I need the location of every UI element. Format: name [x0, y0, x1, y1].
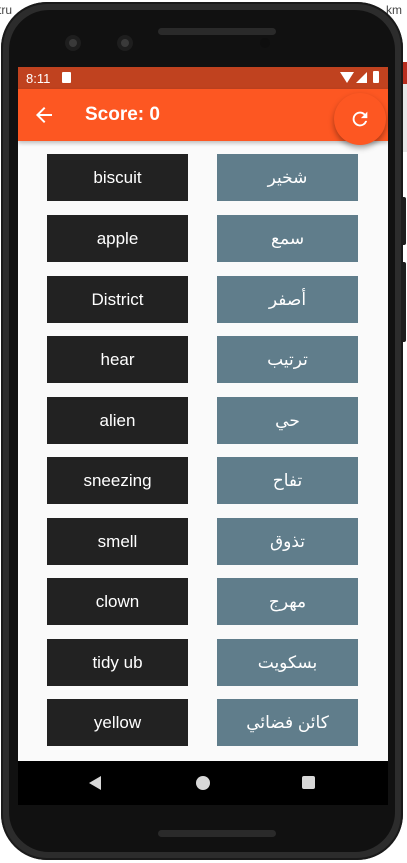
arabic-word-tile[interactable]: مهرج — [217, 578, 358, 625]
sd-card-icon — [62, 72, 71, 83]
battery-icon — [373, 71, 379, 83]
app-screen: 8:11 Score: 0 biscuit شخير apple سمع Dis… — [18, 67, 388, 805]
arabic-word-tile[interactable]: تفاح — [217, 457, 358, 504]
arabic-word-tile[interactable]: كائن فضائي — [217, 699, 358, 746]
front-sensor-icon — [117, 35, 133, 51]
volume-button — [401, 262, 406, 342]
signal-icon — [356, 72, 367, 83]
front-camera-icon — [65, 35, 81, 51]
english-word-tile[interactable]: clown — [47, 578, 188, 625]
english-word-tile[interactable]: tidy ub — [47, 639, 188, 686]
app-bar: Score: 0 — [18, 89, 388, 141]
english-word-tile[interactable]: hear — [47, 336, 188, 383]
english-word-tile[interactable]: smell — [47, 518, 188, 565]
nav-recent-apps-icon[interactable] — [302, 776, 315, 789]
wifi-icon — [340, 72, 354, 83]
arabic-word-tile[interactable]: سمع — [217, 215, 358, 262]
top-speaker — [158, 28, 276, 35]
refresh-button[interactable] — [334, 93, 386, 145]
system-nav-bar — [18, 761, 388, 805]
arabic-word-tile[interactable]: حي — [217, 397, 358, 444]
english-word-tile[interactable]: apple — [47, 215, 188, 262]
score-title: Score: 0 — [85, 104, 160, 125]
arabic-word-tile[interactable]: بسكويت — [217, 639, 358, 686]
status-time: 8:11 — [26, 71, 51, 86]
nav-home-icon[interactable] — [196, 776, 210, 790]
arabic-word-tile[interactable]: شخير — [217, 154, 358, 201]
power-button — [401, 197, 406, 245]
background-text-left: tru — [0, 3, 13, 17]
english-word-tile[interactable]: District — [47, 276, 188, 323]
nav-back-icon[interactable] — [89, 776, 101, 790]
status-bar: 8:11 — [18, 67, 388, 89]
bottom-speaker — [158, 830, 276, 837]
english-word-tile[interactable]: sneezing — [47, 457, 188, 504]
proximity-sensor-icon — [260, 38, 270, 48]
refresh-icon — [352, 111, 368, 127]
arabic-word-tile[interactable]: ترتيب — [217, 336, 358, 383]
arabic-word-tile[interactable]: أصفر — [217, 276, 358, 323]
english-word-tile[interactable]: biscuit — [47, 154, 188, 201]
arabic-word-tile[interactable]: تذوق — [217, 518, 358, 565]
arrow-left-icon[interactable] — [32, 103, 56, 127]
english-word-tile[interactable]: alien — [47, 397, 188, 444]
english-word-tile[interactable]: yellow — [47, 699, 188, 746]
